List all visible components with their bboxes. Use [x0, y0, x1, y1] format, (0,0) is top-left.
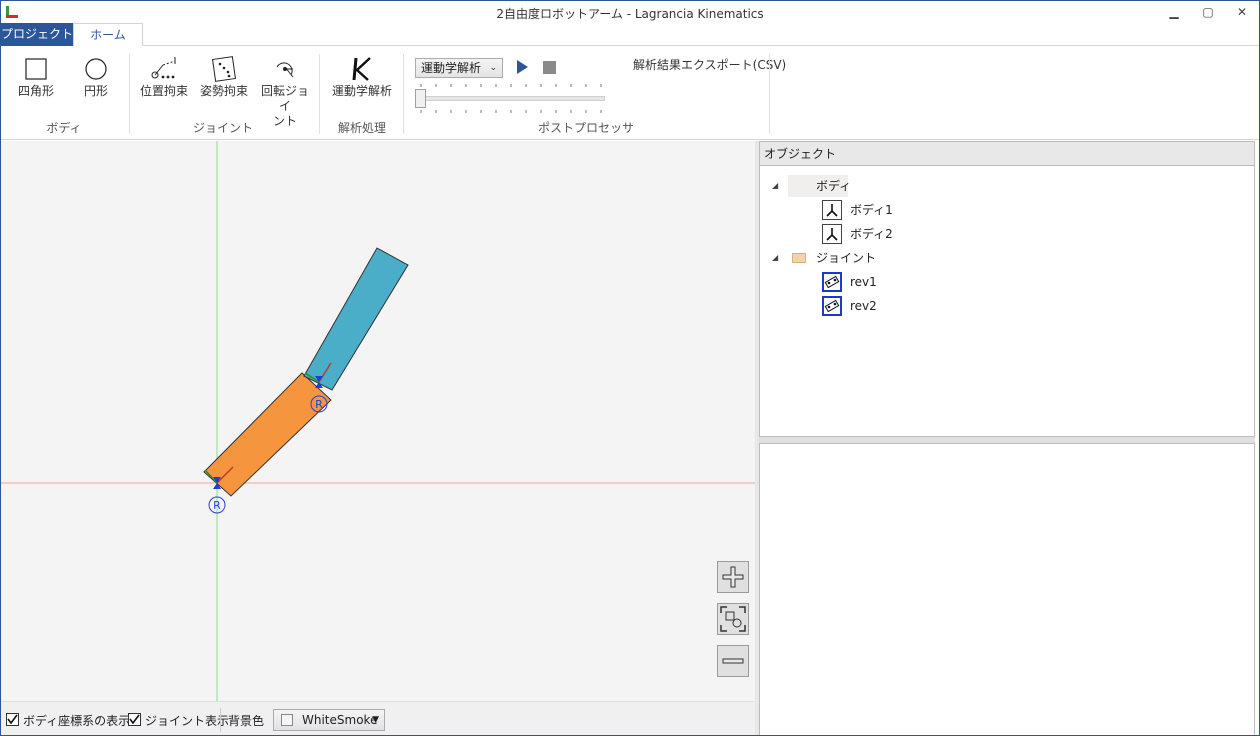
post-group-label: ポストプロセッサ	[537, 121, 634, 135]
position-constraint-button[interactable]: 位置拘束	[139, 54, 189, 99]
model-canvas[interactable]: R R	[1, 141, 755, 701]
ribbon-separator	[769, 54, 770, 134]
analysis-mode-select[interactable]: 運動学解析 ⌄	[415, 58, 503, 78]
expand-triangle-icon: ◢	[772, 181, 779, 190]
export-csv-button[interactable]: 解析結果エクスポート(CSV)	[633, 56, 786, 73]
revolute-joint-icon	[276, 62, 294, 78]
maximize-button[interactable]: ▢	[1191, 1, 1225, 23]
ribbon-separator	[129, 54, 130, 134]
tab-project[interactable]: プロジェクト	[1, 23, 73, 46]
zoom-out-button[interactable]	[717, 645, 749, 677]
chevron-down-icon: ⌄	[489, 63, 497, 73]
body-frame-icon	[822, 200, 842, 220]
zoom-fit-button[interactable]	[717, 603, 749, 635]
time-slider-track[interactable]	[415, 96, 605, 101]
canvas-options-bar: ボディ座標系の表示 ジョイント表示 背景色 WhiteSmoke ▼	[1, 701, 755, 735]
analysis-mode-value: 運動学解析	[421, 61, 482, 75]
tree-item-label: ボディ1	[850, 203, 893, 217]
position-constraint-label: 位置拘束	[139, 84, 188, 98]
app-window: 2自由度ロボットアーム - Lagrancia Kinematics ▁ ▢ ✕…	[0, 0, 1260, 736]
revolute-joint-icon	[822, 296, 842, 316]
revolute-joint-button[interactable]: 回転ジョイ ント	[257, 54, 313, 129]
show-joints-checkbox[interactable]	[128, 713, 141, 726]
time-slider-thumb[interactable]	[415, 89, 426, 108]
tree-folder-label: ボディ	[816, 179, 852, 193]
object-tree-panel: オブジェクト ◢ ボディ ボディ1 ボディ2 ◢ ジョイント rev1 rev2	[759, 141, 1255, 437]
rect-body-button[interactable]: 四角形	[15, 54, 57, 99]
show-body-coords-checkbox[interactable]	[6, 713, 19, 726]
ribbon-separator	[403, 54, 404, 134]
tree-item-label: ボディ2	[850, 227, 893, 241]
ribbon: 四角形 円形 ボディ 位置拘束 姿勢拘束 回転ジョイ ント ジョイント 運動学解…	[1, 46, 1259, 140]
tree-folder-joints[interactable]: ◢ ジョイント	[760, 247, 900, 269]
circle-icon	[85, 58, 107, 80]
background-color-value: WhiteSmoke	[302, 713, 378, 727]
bar-separator	[220, 708, 221, 732]
body-frame-icon	[822, 224, 842, 244]
body-group-label: ボディ	[46, 121, 82, 135]
revolute-marker-2-label: R	[315, 398, 323, 411]
background-color-select[interactable]: WhiteSmoke ▼	[273, 709, 385, 731]
ribbon-separator	[319, 54, 320, 134]
joint-group-label: ジョイント	[192, 121, 253, 135]
revolute-joint-label-1: 回転ジョイ	[260, 84, 309, 113]
property-panel	[759, 443, 1255, 735]
zoom-in-button[interactable]	[717, 561, 749, 593]
expand-triangle-icon: ◢	[772, 253, 779, 262]
close-button[interactable]: ✕	[1225, 1, 1259, 23]
play-icon[interactable]	[517, 60, 528, 74]
revolute-joint-icon	[822, 272, 842, 292]
minimize-button[interactable]: ▁	[1157, 1, 1191, 23]
ribbon-tabs: プロジェクト ホーム	[1, 23, 1259, 47]
canvas-svg: R R	[1, 141, 755, 701]
revolute-joint-label-2: ント	[272, 114, 297, 128]
rect-body-label: 四角形	[17, 84, 54, 98]
revolute-marker-1-label: R	[213, 499, 221, 512]
slider-ticks-top	[420, 84, 602, 87]
tree-folder-bodies[interactable]: ◢ ボディ	[760, 175, 860, 197]
tree-item-rev2[interactable]: rev2	[822, 295, 962, 317]
kinematics-analysis-button[interactable]: 運動学解析	[329, 54, 395, 99]
posture-constraint-icon	[212, 56, 236, 82]
caret-down-icon: ▼	[372, 715, 379, 725]
posture-constraint-button[interactable]: 姿勢拘束	[199, 54, 249, 99]
tree-folder-label: ジョイント	[816, 251, 877, 265]
background-color-label: 背景色	[228, 714, 265, 728]
analysis-group-label: 解析処理	[337, 121, 386, 135]
object-panel-header: オブジェクト	[760, 142, 1254, 166]
circle-body-label: 円形	[83, 84, 108, 98]
tree-item-rev1[interactable]: rev1	[822, 271, 962, 293]
plus-icon	[722, 566, 744, 588]
stop-icon[interactable]	[543, 61, 556, 74]
check-icon	[7, 714, 18, 725]
body2-shape[interactable]	[303, 247, 409, 391]
show-body-coords-label: ボディ座標系の表示	[23, 714, 131, 728]
check-icon	[129, 714, 140, 725]
tree-item-body1[interactable]: ボディ1	[822, 199, 962, 221]
fit-view-icon	[720, 606, 746, 632]
square-icon	[25, 58, 47, 80]
posture-constraint-label: 姿勢拘束	[199, 84, 248, 98]
window-title: 2自由度ロボットアーム - Lagrancia Kinematics	[496, 7, 764, 21]
kinematics-k-icon	[352, 57, 371, 81]
folder-icon	[792, 253, 806, 263]
position-constraint-icon	[151, 57, 176, 79]
circle-body-button[interactable]: 円形	[77, 54, 115, 99]
tree-item-label: rev2	[850, 299, 877, 313]
show-joints-label: ジョイント表示	[145, 714, 230, 728]
tab-home[interactable]: ホーム	[73, 23, 143, 47]
slider-ticks-bottom	[420, 110, 602, 113]
tree-item-body2[interactable]: ボディ2	[822, 223, 962, 245]
title-bar: 2自由度ロボットアーム - Lagrancia Kinematics ▁ ▢ ✕	[1, 1, 1259, 23]
color-swatch	[281, 714, 293, 726]
tree-item-label: rev1	[850, 275, 877, 289]
minus-icon	[722, 658, 744, 664]
kinematics-analysis-label: 運動学解析	[331, 84, 392, 98]
